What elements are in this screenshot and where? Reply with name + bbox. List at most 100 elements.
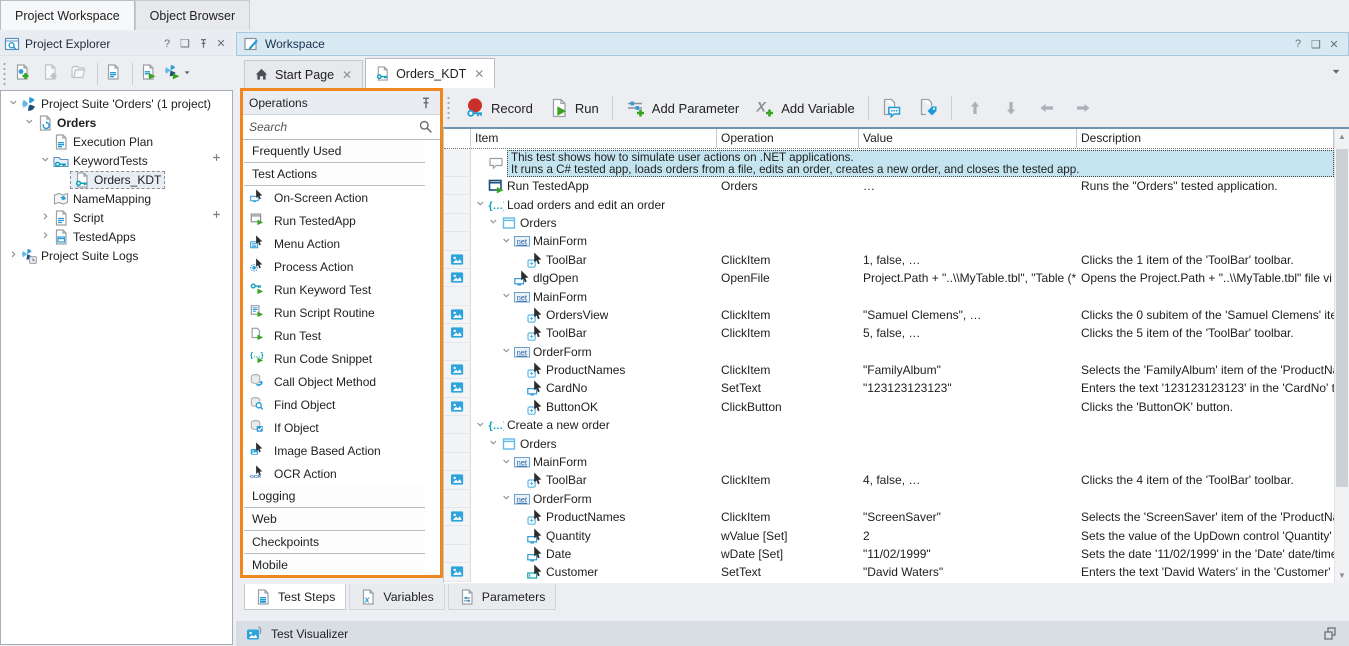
- visualizer-cell[interactable]: [444, 379, 471, 397]
- visualizer-cell[interactable]: [444, 471, 471, 489]
- visualizer-cell[interactable]: [444, 563, 471, 581]
- chevron-down-icon[interactable]: [488, 437, 501, 450]
- chevron-down-icon[interactable]: [488, 216, 501, 229]
- add-project-button[interactable]: [10, 61, 38, 87]
- column-header-operation[interactable]: Operation: [717, 129, 859, 148]
- test-step-row-quantity[interactable]: QuantitywValue [Set]2Sets the value of t…: [444, 526, 1334, 544]
- restore-icon[interactable]: [1323, 626, 1339, 642]
- column-header-description[interactable]: Description: [1077, 129, 1334, 148]
- test-step-row-orderform[interactable]: netOrderForm: [444, 490, 1334, 508]
- maximize-icon[interactable]: ❑: [177, 36, 193, 52]
- toolbar-grip[interactable]: [2, 63, 7, 85]
- chevron-down-icon[interactable]: [501, 290, 514, 303]
- record-button[interactable]: Record: [461, 96, 537, 120]
- execution-plan-button[interactable]: [101, 61, 129, 87]
- arrow-left-button[interactable]: [1033, 96, 1061, 120]
- visualizer-cell[interactable]: [444, 269, 471, 287]
- visualizer-cell[interactable]: [444, 324, 471, 342]
- test-step-row-toolbar[interactable]: ToolBarClickItem5, false, …Clicks the 5 …: [444, 324, 1334, 342]
- column-header-item[interactable]: Item: [471, 129, 717, 148]
- run-button[interactable]: Run: [545, 96, 603, 120]
- operation-run-script-routine[interactable]: Run Script Routine: [243, 301, 426, 324]
- chevron-down-icon[interactable]: [501, 235, 514, 248]
- chevron-down-icon[interactable]: [475, 419, 488, 432]
- arrow-down-button[interactable]: [997, 96, 1025, 120]
- operations-group-mobile[interactable]: Mobile: [244, 554, 425, 572]
- test-step-row-ordersview[interactable]: OrdersViewClickItem"Samuel Clemens", …Cl…: [444, 306, 1334, 324]
- operations-group-test-actions[interactable]: Test Actions: [244, 163, 425, 186]
- operation-find-object[interactable]: Find Object: [243, 393, 426, 416]
- comment-row[interactable]: This test shows how to simulate user act…: [444, 149, 1334, 177]
- test-step-row-create-a-new-order[interactable]: {…}Create a new order: [444, 416, 1334, 434]
- test-step-row-orders[interactable]: Orders: [444, 214, 1334, 232]
- add-item-button[interactable]: [212, 153, 224, 168]
- test-step-row-productnames[interactable]: ProductNamesClickItem"ScreenSaver"Select…: [444, 508, 1334, 526]
- operation-if-object[interactable]: If Object: [243, 416, 426, 439]
- operation-run-test[interactable]: Run Test: [243, 324, 426, 347]
- maximize-icon[interactable]: ❑: [1308, 36, 1324, 52]
- operation-run-code-snippet[interactable]: {…}Run Code Snippet: [243, 347, 426, 370]
- operations-group-logging[interactable]: Logging: [244, 485, 425, 508]
- bottom-tab-test-steps[interactable]: Test Steps: [244, 584, 346, 610]
- bottom-tab-variables[interactable]: xVariables: [349, 584, 444, 610]
- test-step-row-customer[interactable]: CustomerSetText"David Waters"Enters the …: [444, 563, 1334, 581]
- tree-item-testedapps[interactable]: TestedApps: [1, 227, 232, 246]
- chevron-right-icon[interactable]: [7, 249, 21, 262]
- test-visualizer-bar[interactable]: Test Visualizer: [236, 621, 1349, 646]
- visualizer-cell[interactable]: [444, 251, 471, 269]
- test-step-row-run-testedapp[interactable]: Run TestedAppOrders…Runs the "Orders" te…: [444, 177, 1334, 195]
- chevron-right-icon[interactable]: [39, 211, 53, 224]
- test-step-row-orders[interactable]: Orders: [444, 434, 1334, 452]
- test-step-row-buttonok[interactable]: ButtonOKClickButtonClicks the 'ButtonOK'…: [444, 398, 1334, 416]
- operation-process-action[interactable]: Process Action: [243, 255, 426, 278]
- tree-item-orders-kdt[interactable]: Orders_KDT: [1, 170, 232, 189]
- search-input[interactable]: Search: [243, 115, 440, 140]
- comment-doc-button[interactable]: [878, 96, 906, 120]
- visualizer-cell[interactable]: [444, 361, 471, 379]
- tree-item-project-suite-logs[interactable]: Project Suite Logs: [1, 246, 232, 265]
- operation-call-object-method[interactable]: Call Object Method: [243, 370, 426, 393]
- open-file-button[interactable]: [66, 61, 94, 87]
- add-variable-button[interactable]: XAdd Variable: [751, 96, 858, 120]
- chevron-down-icon[interactable]: [7, 97, 21, 110]
- chevron-down-icon[interactable]: [501, 345, 514, 358]
- pin-icon[interactable]: [418, 95, 434, 111]
- main-tab-object-browser[interactable]: Object Browser: [135, 0, 250, 30]
- chevron-right-icon[interactable]: [39, 230, 53, 243]
- grid-vertical-scrollbar[interactable]: ▲ ▼: [1334, 129, 1349, 583]
- close-icon[interactable]: ✕: [473, 67, 485, 81]
- doc-tab-start-page[interactable]: Start Page✕: [244, 60, 363, 88]
- visualizer-cell[interactable]: [444, 508, 471, 526]
- test-step-row-mainform[interactable]: netMainForm: [444, 287, 1334, 305]
- pin-icon[interactable]: [195, 36, 211, 52]
- operations-group-web[interactable]: Web: [244, 508, 425, 531]
- help-icon[interactable]: ?: [159, 36, 175, 52]
- main-tab-project-workspace[interactable]: Project Workspace: [0, 0, 135, 30]
- tree-item-namemapping[interactable]: NameMapping: [1, 189, 232, 208]
- add-item-button[interactable]: [38, 61, 66, 87]
- visualizer-cell[interactable]: [444, 306, 471, 324]
- arrow-right-button[interactable]: [1069, 96, 1097, 120]
- scroll-down-icon[interactable]: ▼: [1335, 569, 1349, 582]
- arrow-up-button[interactable]: [961, 96, 989, 120]
- toolbar-grip[interactable]: [446, 97, 451, 119]
- add-parameter-button[interactable]: Add Parameter: [622, 96, 743, 120]
- tab-list-dropdown-icon[interactable]: [1332, 68, 1344, 80]
- test-step-row-orderform[interactable]: netOrderForm: [444, 343, 1334, 361]
- operation-ocr-action[interactable]: OCROCR Action: [243, 462, 426, 485]
- run-project-button[interactable]: [136, 61, 164, 87]
- chevron-down-icon[interactable]: [23, 116, 37, 129]
- operations-group-checkpoints[interactable]: Checkpoints: [244, 531, 425, 554]
- tree-item-execution-plan[interactable]: Execution Plan: [1, 132, 232, 151]
- test-step-row-date[interactable]: DatewDate [Set]"11/02/1999"Sets the date…: [444, 545, 1334, 563]
- test-step-row-mainform[interactable]: netMainForm: [444, 453, 1334, 471]
- close-icon[interactable]: ✕: [213, 36, 229, 52]
- operation-run-keyword-test[interactable]: Run Keyword Test: [243, 278, 426, 301]
- test-step-row-cardno[interactable]: CardNoSetText"123123123123"Enters the te…: [444, 379, 1334, 397]
- operation-image-based-action[interactable]: Image Based Action: [243, 439, 426, 462]
- test-step-row-dlgopen[interactable]: dlgOpenOpenFileProject.Path + "..\\MyTab…: [444, 269, 1334, 287]
- tree-item-orders[interactable]: Orders: [1, 113, 232, 132]
- operation-run-testedapp[interactable]: Run TestedApp: [243, 209, 426, 232]
- close-icon[interactable]: ✕: [1326, 36, 1342, 52]
- operation-on-screen-action[interactable]: On-Screen Action: [243, 186, 426, 209]
